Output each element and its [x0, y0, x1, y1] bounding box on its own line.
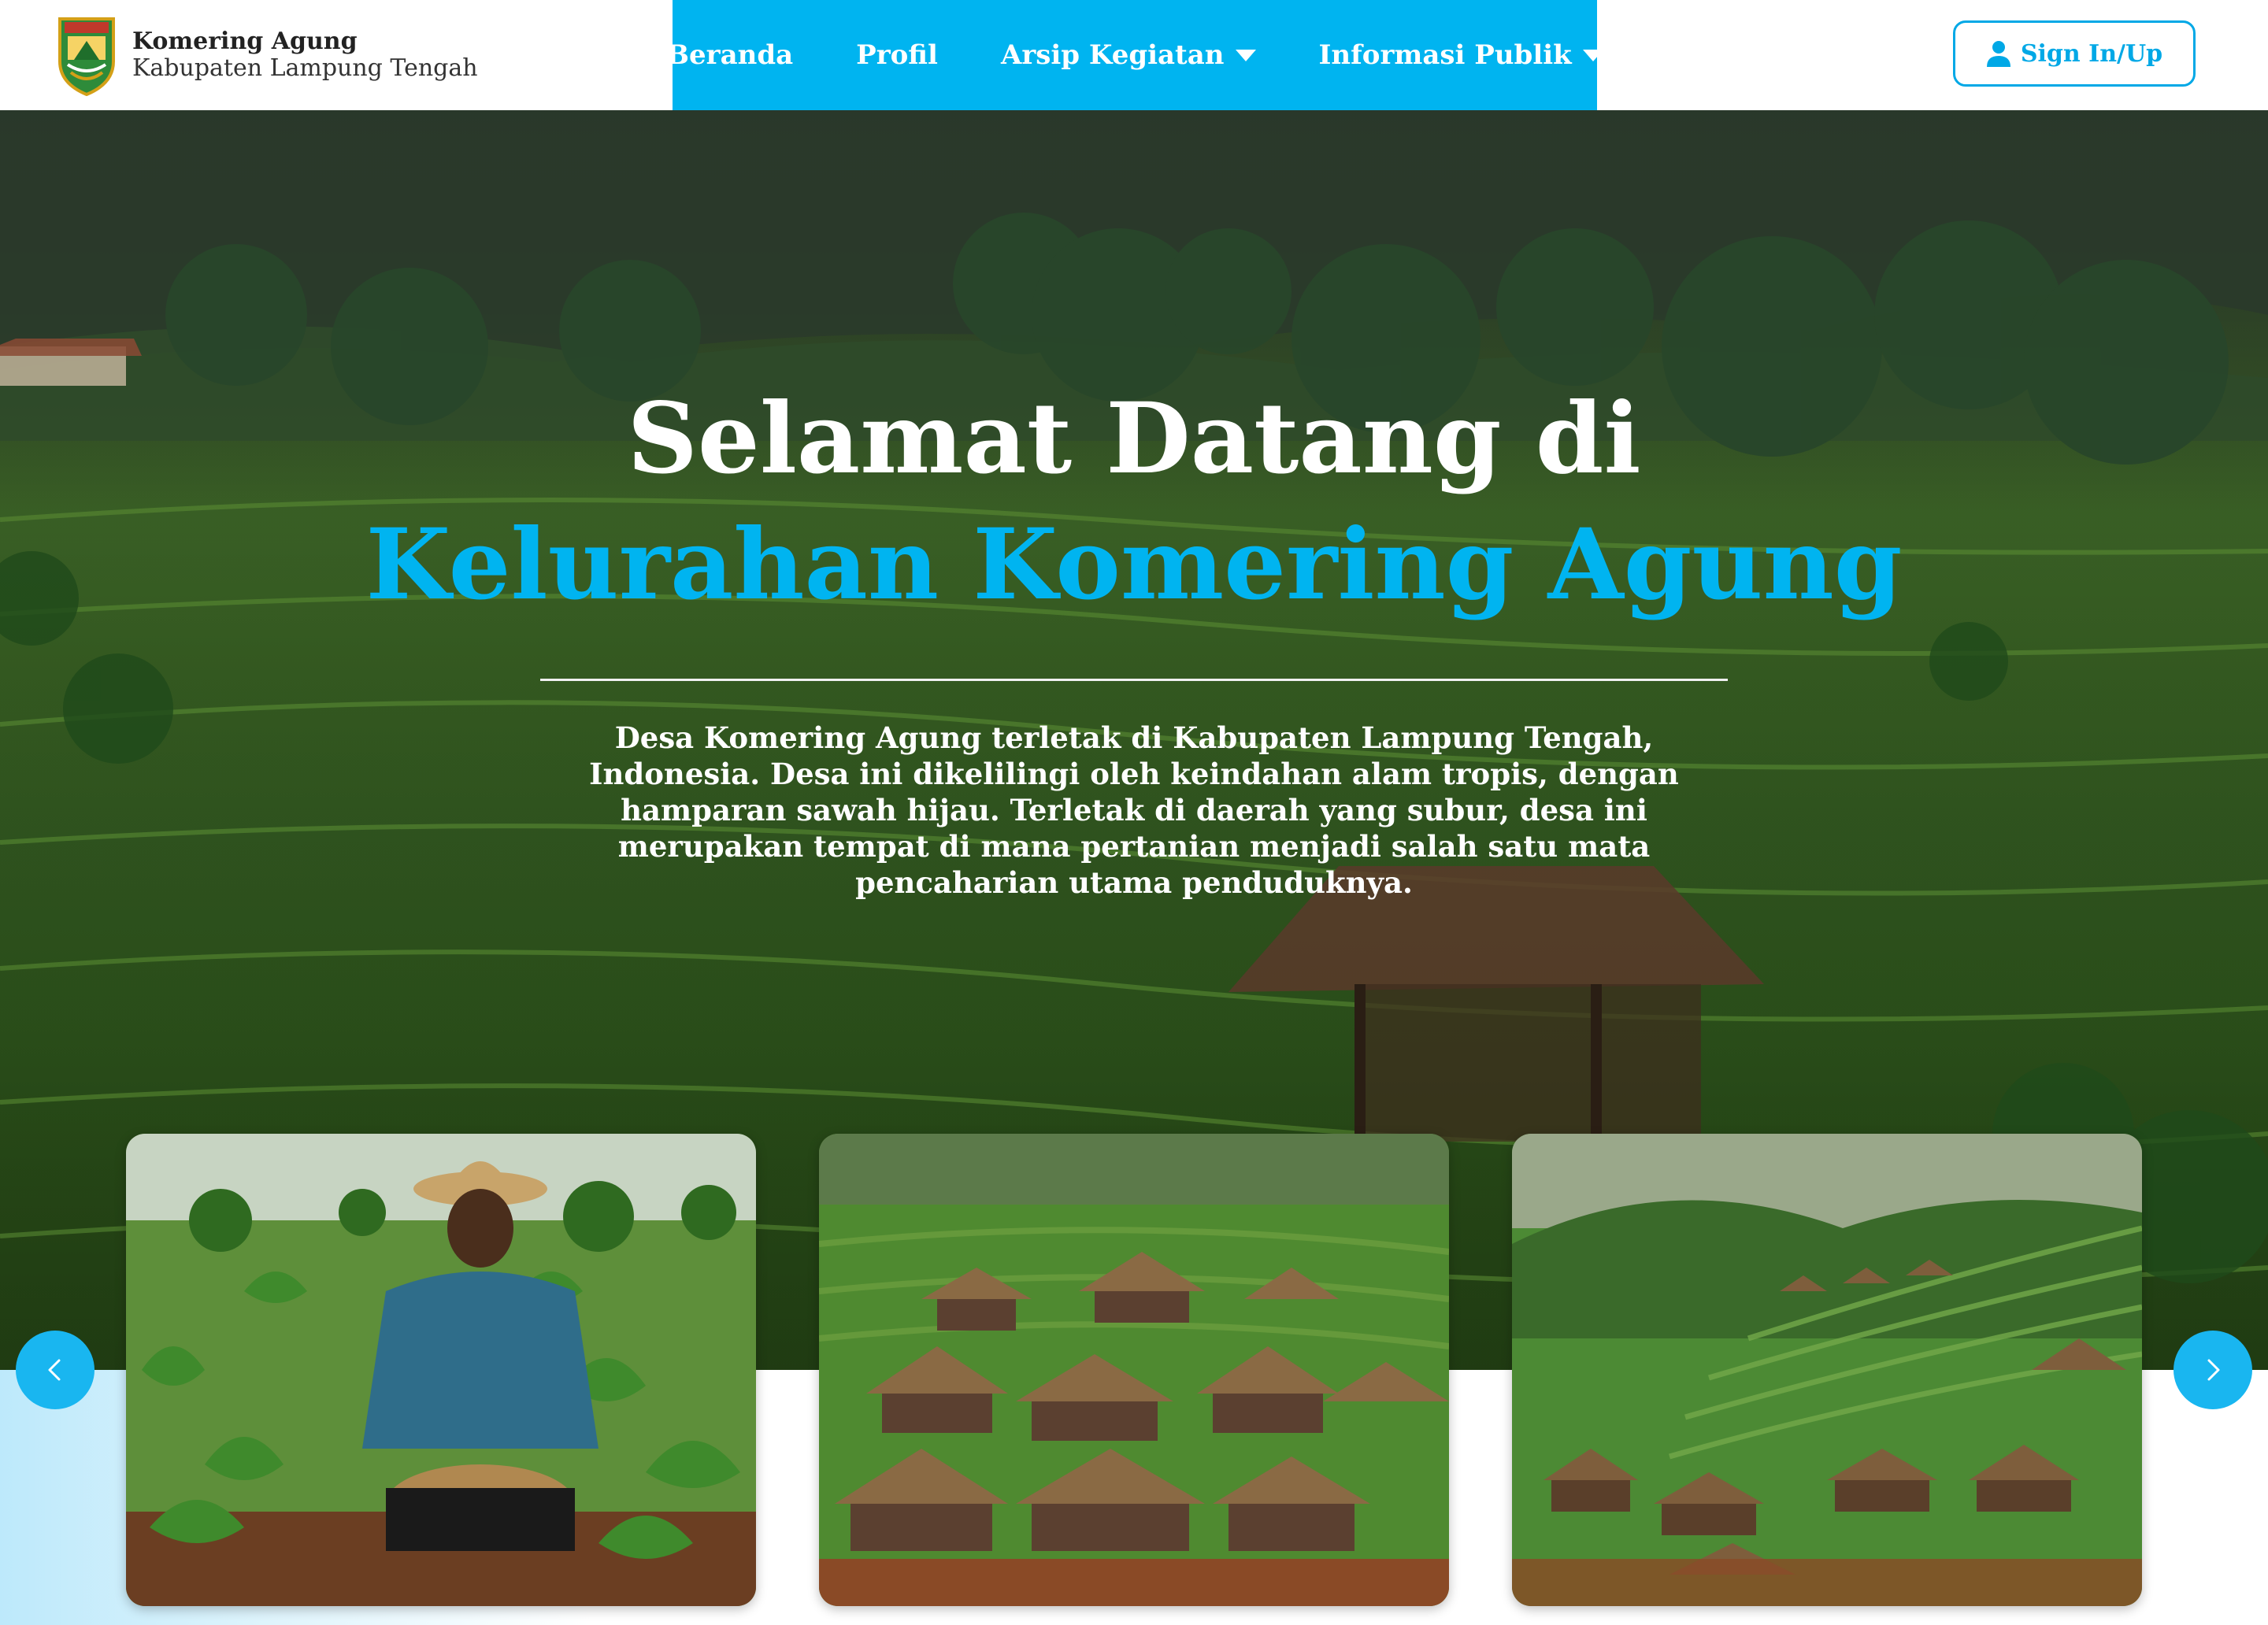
carousel-slide-farmer[interactable] — [126, 1134, 756, 1606]
chevron-down-icon — [1582, 49, 1603, 61]
hero-title: Selamat Datang di Kelurahan Komering Agu… — [0, 376, 2268, 628]
sign-in-button[interactable]: Sign In/Up — [1953, 20, 2196, 87]
main-nav: Beranda Profil Arsip Kegiatan Informasi … — [666, 0, 1603, 110]
hero-description: Desa Komering Agung terletak di Kabupate… — [589, 720, 1679, 900]
nav-item-informasi-publik[interactable]: Informasi Publik — [1319, 39, 1603, 71]
carousel-next-button[interactable] — [2174, 1331, 2252, 1409]
carousel-prev-button[interactable] — [16, 1331, 94, 1409]
brand-name: Komering Agung — [132, 28, 358, 55]
carousel-slide-village[interactable] — [819, 1134, 1449, 1606]
shield-crest-icon — [58, 17, 115, 96]
hillside-village-photo — [1512, 1134, 2142, 1606]
hero-title-accent: Kelurahan Komering Agung — [365, 508, 1903, 622]
site-header: Komering Agung Kabupaten Lampung Tengah … — [0, 0, 2268, 110]
nav-item-beranda[interactable]: Beranda — [666, 39, 793, 71]
user-icon — [1986, 41, 2010, 67]
nav-item-arsip-kegiatan[interactable]: Arsip Kegiatan — [1001, 39, 1256, 71]
nav-label: Profil — [856, 39, 938, 71]
nav-label: Informasi Publik — [1318, 39, 1572, 71]
hero-title-line: Selamat Datang di — [627, 382, 1641, 496]
nav-label: Arsip Kegiatan — [1000, 39, 1225, 71]
brand-subtitle: Kabupaten Lampung Tengah — [132, 54, 478, 82]
thatched-village-photo — [819, 1134, 1449, 1606]
chevron-right-icon — [2207, 1359, 2220, 1381]
nav-item-profil[interactable]: Profil — [856, 39, 938, 71]
brand[interactable]: Komering Agung Kabupaten Lampung Tengah — [57, 14, 478, 96]
chevron-down-icon — [1235, 49, 1256, 61]
sign-in-label: Sign In/Up — [2020, 39, 2163, 68]
chevron-left-icon — [48, 1359, 61, 1381]
hero-divider — [540, 679, 1728, 681]
farmer-in-field-photo — [126, 1134, 756, 1606]
carousel-slide-hillside[interactable] — [1512, 1134, 2142, 1606]
nav-label: Beranda — [666, 39, 794, 71]
